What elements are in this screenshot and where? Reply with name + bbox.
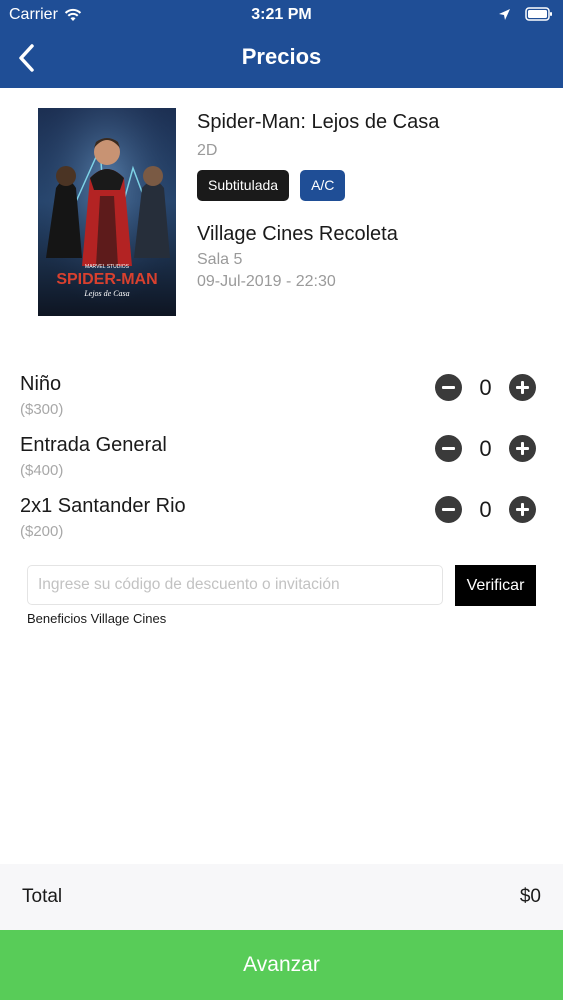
quantity-stepper: 0 bbox=[435, 374, 537, 402]
ticket-row: Niño ($300) 0 bbox=[0, 373, 563, 431]
total-bar: Total $0 bbox=[0, 864, 563, 930]
ticket-price: ($300) bbox=[20, 401, 64, 418]
quantity-stepper: 0 bbox=[435, 496, 537, 524]
room-name: Sala 5 bbox=[197, 251, 243, 268]
poster-title: SPIDER-MAN bbox=[56, 271, 157, 288]
movie-poster: MARVEL STUDIOS SPIDER-MAN Lejos de Casa bbox=[38, 108, 176, 316]
movie-format: 2D bbox=[197, 142, 218, 159]
increase-button[interactable] bbox=[509, 496, 536, 523]
movie-title: Spider-Man: Lejos de Casa bbox=[197, 111, 440, 133]
ticket-row: 2x1 Santander Rio ($200) 0 bbox=[0, 495, 563, 553]
increase-button[interactable] bbox=[509, 374, 536, 401]
verify-button[interactable]: Verificar bbox=[455, 565, 536, 606]
battery-icon bbox=[525, 7, 552, 21]
total-value: $0 bbox=[519, 886, 541, 907]
status-right bbox=[498, 7, 553, 21]
poster-brand: MARVEL STUDIOS bbox=[85, 264, 130, 270]
quantity-stepper: 0 bbox=[435, 435, 537, 463]
ticket-quantity: 0 bbox=[479, 497, 492, 522]
decrease-button[interactable] bbox=[435, 496, 462, 523]
total-label: Total bbox=[22, 886, 63, 907]
top-bar: Carrier 3:21 PM Precios bbox=[0, 0, 563, 88]
cinema-name: Village Cines Recoleta bbox=[197, 223, 398, 245]
poster-subtitle: Lejos de Casa bbox=[83, 289, 129, 298]
ticket-row: Entrada General ($400) 0 bbox=[0, 434, 563, 492]
benefits-link[interactable]: Beneficios Village Cines bbox=[27, 611, 166, 626]
ticket-name: Niño bbox=[20, 373, 62, 395]
movie-badges: Subtitulada A/C bbox=[197, 170, 346, 201]
ticket-name: Entrada General bbox=[20, 434, 167, 456]
location-arrow-icon bbox=[499, 8, 510, 20]
minus-icon bbox=[442, 447, 455, 450]
ticket-price: ($200) bbox=[20, 523, 64, 540]
discount-code-input[interactable] bbox=[27, 565, 443, 605]
page-title: Precios bbox=[241, 44, 322, 69]
advance-button[interactable]: Avanzar bbox=[0, 930, 563, 1000]
minus-icon bbox=[442, 386, 455, 389]
badge-subtitled: Subtitulada bbox=[197, 170, 290, 201]
status-time: 3:21 PM bbox=[251, 6, 312, 23]
badge-ac: A/C bbox=[300, 170, 346, 201]
increase-button[interactable] bbox=[509, 435, 536, 462]
decrease-button[interactable] bbox=[435, 435, 462, 462]
minus-icon bbox=[442, 508, 455, 511]
ticket-price: ($400) bbox=[20, 462, 64, 479]
ticket-quantity: 0 bbox=[479, 375, 492, 400]
show-datetime: 09-Jul-2019 - 22:30 bbox=[197, 273, 336, 290]
ticket-name: 2x1 Santander Rio bbox=[20, 495, 186, 517]
decrease-button[interactable] bbox=[435, 374, 462, 401]
status-bar: Carrier 3:21 PM bbox=[0, 0, 563, 30]
ticket-quantity: 0 bbox=[479, 436, 492, 461]
